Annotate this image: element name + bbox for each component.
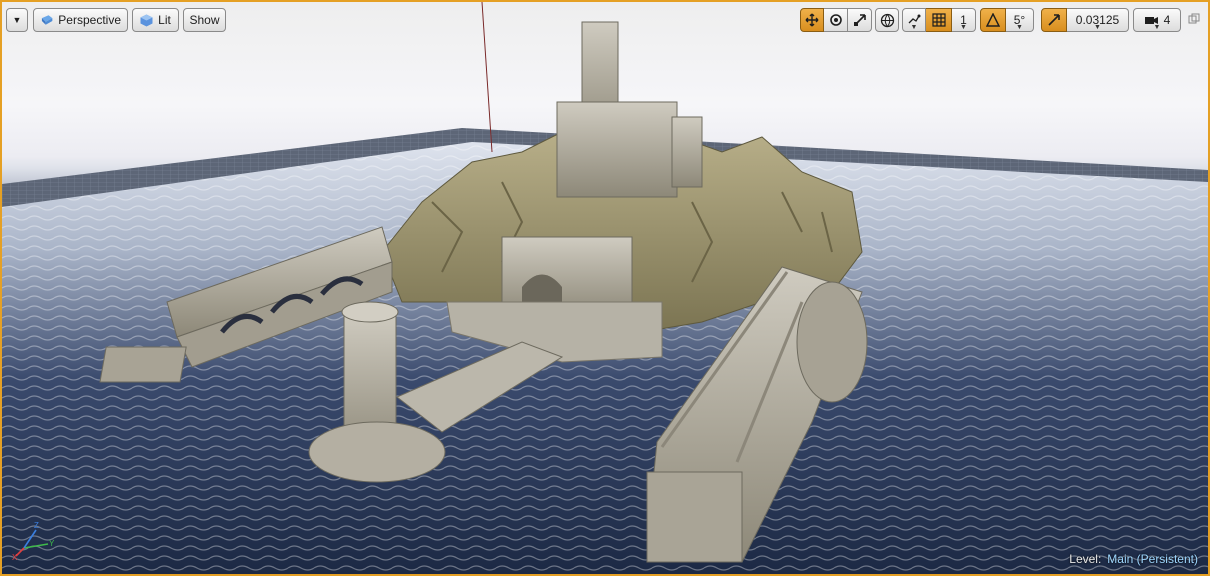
- camera-speed-label: 4: [1163, 13, 1171, 27]
- scale-snap-icon: [1048, 14, 1060, 26]
- keep-annex: [671, 116, 703, 188]
- transform-tools: [800, 8, 872, 32]
- scale-icon: [853, 14, 866, 26]
- translate-tool[interactable]: [800, 8, 824, 32]
- lighthouse-top: [341, 301, 399, 323]
- lit-button[interactable]: Lit: [132, 8, 179, 32]
- level-viewport[interactable]: ▼ Perspective Lit Show ▼ 1 ▼ 5° ▼ 0.0312…: [0, 0, 1210, 576]
- translate-icon: [805, 13, 819, 27]
- rotation-snap-toggle[interactable]: [980, 8, 1006, 32]
- globe-icon: [880, 13, 894, 27]
- show-button[interactable]: Show: [183, 8, 226, 32]
- scale-snap-group: 0.03125 ▼: [1041, 8, 1129, 32]
- lit-label: Lit: [158, 13, 171, 27]
- rotate-tool[interactable]: [824, 8, 848, 32]
- maximize-icon: [1188, 13, 1200, 24]
- axis-y-label: Y: [49, 539, 55, 548]
- viewport-options-button[interactable]: ▼: [6, 8, 28, 32]
- right-round-tower: [796, 281, 868, 403]
- axis-z-label: Z: [34, 521, 39, 530]
- level-value: Main (Persistent): [1107, 552, 1198, 566]
- camera-speed-button[interactable]: 4 ▼: [1133, 8, 1181, 32]
- lighthouse-base: [308, 421, 446, 483]
- scene-render[interactable]: [2, 2, 1208, 574]
- rotate-icon: [829, 14, 842, 26]
- chevron-down-icon: ▼: [1153, 24, 1161, 31]
- scale-snap-value[interactable]: 0.03125 ▼: [1067, 8, 1129, 32]
- chevron-down-icon: ▼: [960, 24, 967, 31]
- left-pier: [99, 346, 187, 383]
- lit-sphere-icon: [140, 14, 153, 26]
- axis-gizmo: Y Z X: [12, 521, 55, 562]
- maximize-viewport-button[interactable]: [1188, 12, 1202, 26]
- scale-tool[interactable]: [848, 8, 872, 32]
- level-indicator: Level: Main (Persistent): [1069, 552, 1198, 566]
- grid-snap-value[interactable]: 1 ▼: [952, 8, 976, 32]
- angle-icon: [986, 13, 1000, 27]
- perspective-button[interactable]: Perspective: [33, 8, 128, 32]
- viewport-toolbar: ▼ Perspective Lit Show ▼ 1 ▼ 5° ▼ 0.0312…: [6, 6, 1204, 34]
- grid-snap-toggle[interactable]: [926, 8, 952, 32]
- chevron-down-icon: ▼: [1016, 24, 1023, 31]
- perspective-cube-icon: [41, 15, 53, 25]
- axis-x-label: X: [12, 553, 18, 562]
- scale-snap-toggle[interactable]: [1041, 8, 1067, 32]
- rotation-snap-value[interactable]: 5° ▼: [1006, 8, 1034, 32]
- rotation-snap-group: 5° ▼: [980, 8, 1034, 32]
- show-label: Show: [189, 13, 220, 27]
- right-dock-end: [646, 471, 743, 563]
- keep-body: [556, 101, 678, 198]
- chevron-down-icon: ▼: [910, 24, 918, 31]
- chevron-down-icon: ▼: [1094, 24, 1101, 31]
- world-local-button[interactable]: [875, 8, 899, 32]
- chevron-down-icon: ▼: [12, 15, 22, 25]
- surface-snap-button[interactable]: ▼: [902, 8, 926, 32]
- perspective-label: Perspective: [58, 13, 121, 27]
- grid-icon: [931, 13, 946, 27]
- grid-snap-group: ▼ 1 ▼: [902, 8, 976, 32]
- level-label: Level:: [1069, 552, 1102, 566]
